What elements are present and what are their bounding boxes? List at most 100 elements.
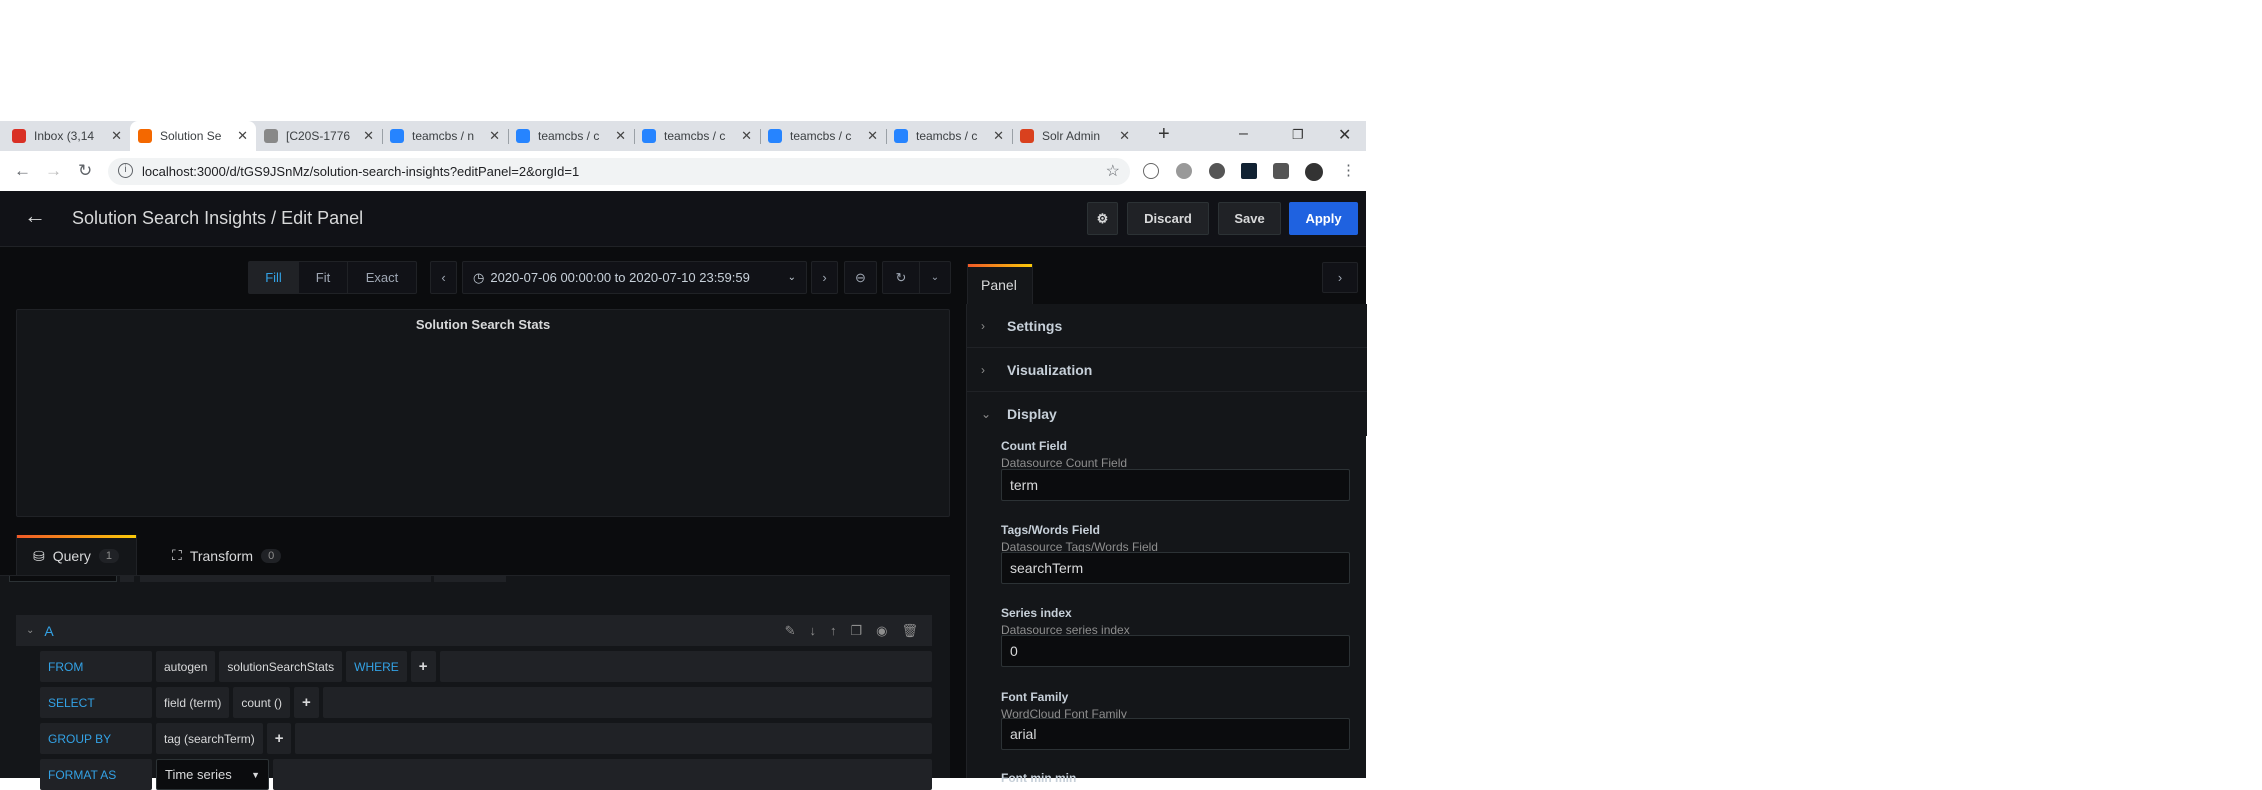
retention-policy-segment[interactable]: autogen xyxy=(156,651,216,682)
tab-panel[interactable]: Panel xyxy=(967,264,1033,304)
apply-button[interactable]: Apply xyxy=(1289,202,1358,235)
info-icon[interactable]: i xyxy=(118,163,133,178)
add-where-button[interactable]: + xyxy=(410,651,436,682)
forward-icon[interactable]: → xyxy=(45,161,62,181)
discard-button[interactable]: Discard xyxy=(1127,202,1209,235)
series-index-input[interactable] xyxy=(1001,635,1350,667)
minimize-button[interactable]: – xyxy=(1239,125,1248,143)
count-field-description: Datasource Count Field xyxy=(1001,456,1128,470)
function-segment[interactable]: count () xyxy=(233,687,291,718)
extension-icon[interactable] xyxy=(1209,163,1225,179)
back-icon[interactable]: ← xyxy=(14,161,31,181)
browser-tab[interactable]: teamcbs / c ✕ xyxy=(508,121,634,151)
tab-query[interactable]: ⛁ Query 1 xyxy=(16,535,137,576)
add-select-button[interactable]: + xyxy=(294,687,319,718)
time-range-picker[interactable]: ◷ 2020-07-06 00:00:00 to 2020-07-10 23:5… xyxy=(462,261,807,294)
restore-button[interactable]: ❐ xyxy=(1292,127,1304,143)
browser-tab[interactable]: teamcbs / c ✕ xyxy=(886,121,1012,151)
close-window-button[interactable]: ✕ xyxy=(1338,125,1351,145)
chevron-right-icon: › xyxy=(822,270,827,285)
close-tab-icon[interactable]: ✕ xyxy=(993,128,1004,144)
fit-button[interactable]: Fit xyxy=(299,262,348,293)
browser-tab[interactable]: teamcbs / c ✕ xyxy=(634,121,760,151)
browser-tab[interactable]: teamcbs / n ✕ xyxy=(382,121,508,151)
close-tab-icon[interactable]: ✕ xyxy=(111,128,122,144)
close-tab-icon[interactable]: ✕ xyxy=(489,128,500,144)
puzzle-icon[interactable] xyxy=(1273,163,1289,179)
tab-transform[interactable]: ⛶ Transform 0 xyxy=(156,535,296,576)
tab-title: teamcbs / c xyxy=(790,129,852,143)
database-icon: ⛁ xyxy=(33,547,45,564)
section-title: Visualization xyxy=(1007,361,1093,378)
field-segment[interactable]: field (term) xyxy=(156,687,230,718)
collapse-pane-button[interactable]: › xyxy=(1322,262,1358,293)
new-tab-button[interactable]: + xyxy=(1158,123,1170,146)
close-tab-icon[interactable]: ✕ xyxy=(741,128,752,144)
browser-tab[interactable]: Inbox (3,14 ✕ xyxy=(4,121,130,151)
arrow-down-icon[interactable]: ↓ xyxy=(809,623,816,639)
close-tab-icon[interactable]: ✕ xyxy=(615,128,626,144)
bookmark-star-icon[interactable]: ☆ xyxy=(1106,161,1120,181)
extension-icon[interactable] xyxy=(1176,163,1192,179)
add-group-by-button[interactable]: + xyxy=(266,723,292,754)
zoom-out-button[interactable]: ⊖ xyxy=(844,261,877,294)
chevron-down-icon[interactable]: ⌄ xyxy=(26,625,34,636)
section-display[interactable]: ⌄ Display xyxy=(967,392,1367,436)
refresh-interval-dropdown[interactable]: ⌄ xyxy=(920,262,950,293)
format-as-select[interactable]: Time series ▼ xyxy=(156,759,269,790)
browser-tab[interactable]: [C20S-1776 ✕ xyxy=(256,121,382,151)
pencil-icon[interactable]: ✎ xyxy=(785,623,796,639)
save-button[interactable]: Save xyxy=(1218,202,1281,235)
tab-title: Solution Se xyxy=(160,129,222,143)
extension-icon[interactable] xyxy=(1143,163,1159,179)
page-header: ← Solution Search Insights / Edit Panel … xyxy=(0,191,1366,247)
datasource-help[interactable] xyxy=(120,576,134,582)
refresh-group: ↻ ⌄ xyxy=(882,261,951,294)
trash-icon[interactable]: 🗑 xyxy=(901,623,918,639)
time-forward-button[interactable]: › xyxy=(811,261,838,294)
close-tab-icon[interactable]: ✕ xyxy=(363,128,374,144)
measurement-segment[interactable]: solutionSearchStats xyxy=(219,651,343,682)
browser-tab[interactable]: teamcbs / c ✕ xyxy=(760,121,886,151)
grafana-app: ← Solution Search Insights / Edit Panel … xyxy=(0,191,1367,790)
query-inspector[interactable] xyxy=(434,576,506,582)
browser-tab[interactable]: Solution Se ✕ xyxy=(130,121,256,151)
tab-title: teamcbs / n xyxy=(412,129,475,143)
time-back-button[interactable]: ‹ xyxy=(430,261,457,294)
section-settings[interactable]: › Settings xyxy=(967,304,1367,348)
query-row-header[interactable]: ⌄ A ✎ ↓ ↑ ❐ ◉ 🗑 xyxy=(16,615,932,646)
browser-tab[interactable]: Solr Admin ✕ xyxy=(1012,121,1138,151)
select-keyword: SELECT xyxy=(40,687,152,718)
fill-button[interactable]: Fill xyxy=(249,262,299,293)
exact-button[interactable]: Exact xyxy=(348,262,416,293)
page-title: Solution Search Insights / Edit Panel xyxy=(72,208,364,228)
datasource-picker[interactable] xyxy=(9,576,117,582)
settings-gear-button[interactable]: ⚙ xyxy=(1087,202,1118,235)
clock-icon: ◷ xyxy=(473,269,485,285)
font-family-input[interactable] xyxy=(1001,718,1350,750)
reload-icon[interactable]: ↻ xyxy=(78,161,92,181)
select-row: SELECT field (term) count () + xyxy=(40,687,932,718)
back-arrow-icon[interactable]: ← xyxy=(24,203,46,229)
url-input[interactable]: i localhost:3000/d/tGS9JSnMz/solution-se… xyxy=(108,158,1130,185)
arrow-up-icon[interactable]: ↑ xyxy=(830,623,837,639)
query-options[interactable] xyxy=(140,576,431,582)
tab-title: [C20S-1776 xyxy=(286,129,351,143)
close-tab-icon[interactable]: ✕ xyxy=(867,128,878,144)
copy-icon[interactable]: ❐ xyxy=(850,623,862,639)
tab-title: teamcbs / c xyxy=(664,129,726,143)
caret-down-icon: ▼ xyxy=(251,769,260,780)
close-tab-icon[interactable]: ✕ xyxy=(1119,128,1130,144)
tab-label: Query xyxy=(52,548,91,564)
menu-icon[interactable]: ⋮ xyxy=(1341,161,1356,179)
section-visualization[interactable]: › Visualization xyxy=(967,348,1367,392)
tag-segment[interactable]: tag (searchTerm) xyxy=(156,723,263,754)
tags-field-input[interactable] xyxy=(1001,552,1350,584)
eye-icon[interactable]: ◉ xyxy=(876,623,887,639)
group-by-keyword: GROUP BY xyxy=(40,723,152,754)
count-field-input[interactable] xyxy=(1001,469,1350,501)
avatar[interactable] xyxy=(1305,163,1323,181)
close-tab-icon[interactable]: ✕ xyxy=(237,128,248,144)
react-devtools-icon[interactable] xyxy=(1241,163,1257,179)
refresh-button[interactable]: ↻ xyxy=(883,262,920,293)
